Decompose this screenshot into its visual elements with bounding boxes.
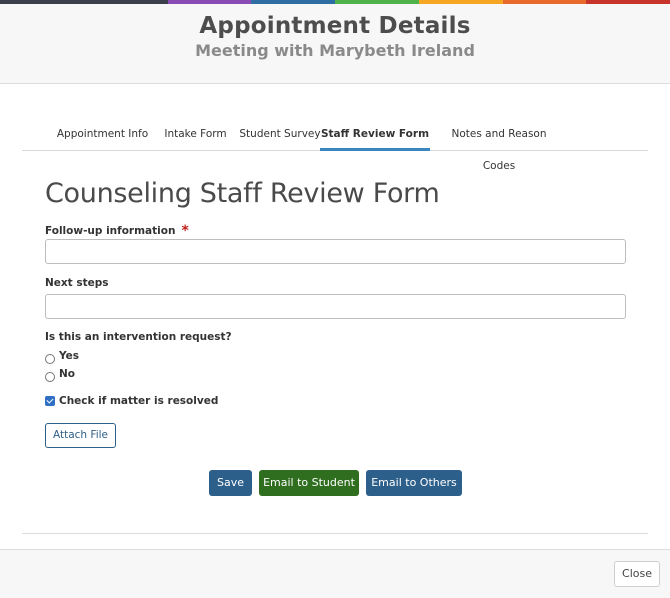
email-to-student-button[interactable]: Email to Student xyxy=(259,470,359,496)
tab-intake-form[interactable]: Intake Form xyxy=(153,118,238,151)
save-button[interactable]: Save xyxy=(209,470,252,496)
next-steps-label: Next steps xyxy=(45,277,109,289)
modal-header: Appointment Details Meeting with Marybet… xyxy=(0,4,670,84)
tab-bar: Appointment Info Intake Form Student Sur… xyxy=(22,118,648,172)
tab-notes-reason-codes[interactable]: Notes and Reason Codes xyxy=(434,118,564,172)
radio-yes[interactable] xyxy=(45,354,55,364)
resolved-checkbox[interactable] xyxy=(45,396,55,406)
followup-label-text: Follow-up information xyxy=(45,225,176,237)
intervention-question: Is this an intervention request? xyxy=(45,331,232,343)
radio-option-no[interactable]: No xyxy=(45,366,75,382)
next-steps-input[interactable] xyxy=(45,294,626,319)
resolved-label: Check if matter is resolved xyxy=(59,395,219,407)
followup-input[interactable] xyxy=(45,239,626,264)
resolved-checkbox-row[interactable]: Check if matter is resolved xyxy=(45,395,218,407)
modal-footer: Close xyxy=(0,549,670,598)
tab-staff-review-form[interactable]: Staff Review Form xyxy=(320,118,430,151)
radio-option-yes[interactable]: Yes xyxy=(45,348,79,364)
tab-appointment-info[interactable]: Appointment Info xyxy=(45,118,160,151)
modal-subtitle: Meeting with Marybeth Ireland xyxy=(195,41,475,60)
close-button[interactable]: Close xyxy=(614,561,660,587)
email-to-others-button[interactable]: Email to Others xyxy=(366,470,462,496)
required-mark: * xyxy=(181,223,189,239)
modal-title: Appointment Details xyxy=(199,13,471,39)
followup-label: Follow-up information * xyxy=(45,222,189,239)
form-title: Counseling Staff Review Form xyxy=(45,178,440,209)
attach-file-button[interactable]: Attach File xyxy=(45,423,116,448)
content-divider xyxy=(22,533,648,534)
radio-no-label: No xyxy=(59,368,76,380)
radio-yes-label: Yes xyxy=(59,350,80,362)
radio-no[interactable] xyxy=(45,372,55,382)
tab-student-survey[interactable]: Student Survey xyxy=(230,118,330,151)
